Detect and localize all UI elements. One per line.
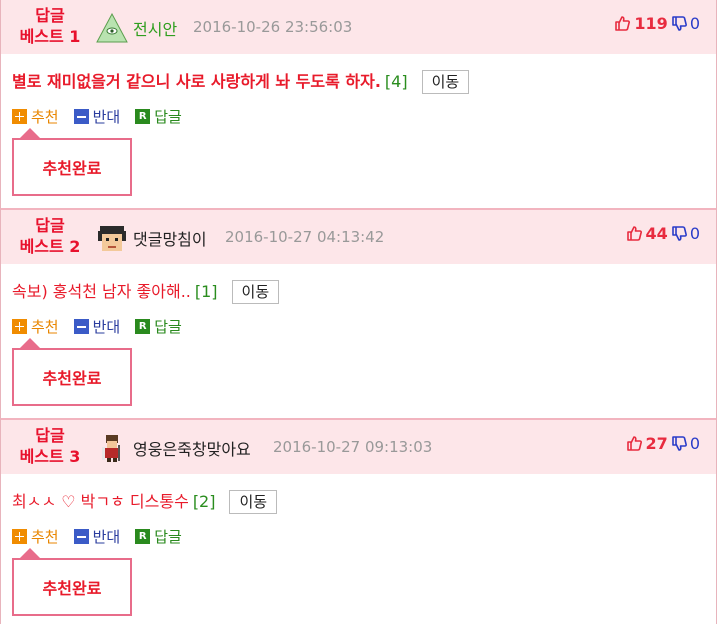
down-count: 0 bbox=[689, 224, 700, 243]
reply-title-row: 최ㅅㅅ ♡ 박ㄱㅎ 디스통수 [2] 이동 bbox=[12, 488, 278, 514]
recommend-complete-popup: 추천완료 bbox=[12, 128, 132, 196]
nickname[interactable]: 전시안 bbox=[133, 16, 177, 40]
post-date: 2016-10-27 09:13:03 bbox=[273, 438, 433, 456]
rank-badge: 답글 베스트 1 bbox=[11, 5, 89, 47]
plus-icon bbox=[12, 319, 27, 334]
oppose-label: 반대 bbox=[92, 318, 121, 336]
reply-label: 답글 bbox=[154, 318, 182, 336]
rank-badge: 답글 베스트 2 bbox=[11, 215, 89, 257]
reply-count: [4] bbox=[384, 72, 408, 91]
oppose-button[interactable]: 반대 bbox=[73, 526, 121, 547]
reply-label: 답글 bbox=[154, 108, 182, 126]
minus-icon bbox=[73, 529, 89, 544]
reply-label: 답글 bbox=[154, 528, 182, 546]
warrior-avatar-icon bbox=[102, 435, 120, 462]
nickname[interactable]: 영웅은죽창맞아요 bbox=[133, 436, 251, 460]
reply-title[interactable]: 별로 재미없을거 같으니 사로 사랑하게 놔 두도록 하자. bbox=[12, 72, 381, 91]
best-reply-2: 답글 베스트 2 댓글망침이 2016-10-27 04:13:42 44 0 … bbox=[1, 210, 716, 420]
down-count: 0 bbox=[689, 434, 700, 453]
avatar[interactable] bbox=[96, 13, 128, 43]
reply-count: [1] bbox=[194, 282, 218, 301]
plus-icon bbox=[12, 109, 27, 124]
minus-icon bbox=[73, 109, 89, 124]
reply-actions: 추천 반대 R 답글 bbox=[12, 106, 197, 127]
rank-label: 답글 bbox=[35, 6, 65, 25]
vote-counts: 44 0 bbox=[626, 224, 700, 243]
pixel-face-avatar-icon bbox=[98, 226, 126, 251]
reply-icon: R bbox=[135, 529, 151, 544]
up-count: 119 bbox=[634, 14, 668, 33]
triangle-eye-avatar-icon bbox=[96, 13, 128, 43]
thumbs-up-icon bbox=[626, 436, 642, 451]
thumbs-up-icon bbox=[626, 226, 642, 241]
move-button[interactable]: 이동 bbox=[421, 70, 470, 94]
vote-counts: 27 0 bbox=[626, 434, 700, 453]
vote-counts: 119 0 bbox=[614, 14, 700, 33]
thumbs-down-icon bbox=[672, 436, 687, 451]
reply-header: 답글 베스트 2 댓글망침이 2016-10-27 04:13:42 44 0 bbox=[1, 210, 716, 264]
recommend-label: 추천 bbox=[31, 318, 59, 336]
rank-badge: 답글 베스트 3 bbox=[11, 425, 89, 467]
recommend-complete-popup: 추천완료 bbox=[12, 548, 132, 616]
nickname[interactable]: 댓글망침이 bbox=[133, 226, 207, 250]
rank-number: 베스트 3 bbox=[19, 447, 81, 466]
up-count: 27 bbox=[645, 434, 668, 453]
minus-icon bbox=[73, 319, 89, 334]
rank-label: 답글 bbox=[35, 426, 65, 445]
thumbs-up-icon bbox=[615, 16, 631, 31]
reply-button[interactable]: R 답글 bbox=[135, 106, 182, 127]
reply-icon: R bbox=[135, 109, 151, 124]
recommend-button[interactable]: 추천 bbox=[12, 106, 59, 127]
reply-header: 답글 베스트 1 전시안 2016-10-26 23:56:03 119 0 bbox=[1, 0, 716, 54]
reply-count: [2] bbox=[192, 492, 216, 511]
recommend-label: 추천 bbox=[31, 108, 59, 126]
rank-number: 베스트 2 bbox=[19, 237, 81, 256]
reply-header: 답글 베스트 3 영웅은죽창맞아요 2016-10-27 09:13:03 27… bbox=[1, 420, 716, 474]
avatar[interactable] bbox=[96, 223, 128, 253]
reply-title-row: 별로 재미없을거 같으니 사로 사랑하게 놔 두도록 하자. [4] 이동 bbox=[12, 68, 470, 94]
down-count: 0 bbox=[689, 14, 700, 33]
oppose-label: 반대 bbox=[92, 108, 121, 126]
recommend-button[interactable]: 추천 bbox=[12, 526, 59, 547]
reply-button[interactable]: R 답글 bbox=[135, 526, 182, 547]
rank-number: 베스트 1 bbox=[19, 27, 81, 46]
oppose-button[interactable]: 반대 bbox=[73, 316, 121, 337]
avatar[interactable] bbox=[96, 433, 128, 463]
post-date: 2016-10-26 23:56:03 bbox=[193, 18, 353, 36]
reply-icon: R bbox=[135, 319, 151, 334]
rank-label: 답글 bbox=[35, 216, 65, 235]
recommend-label: 추천 bbox=[31, 528, 59, 546]
post-date: 2016-10-27 04:13:42 bbox=[225, 228, 385, 246]
recommend-complete-popup: 추천완료 bbox=[12, 338, 132, 406]
reply-title[interactable]: 속보) 홍석천 남자 좋아해.. bbox=[12, 282, 191, 301]
reply-actions: 추천 반대 R 답글 bbox=[12, 316, 197, 337]
plus-icon bbox=[12, 529, 27, 544]
best-reply-3: 답글 베스트 3 영웅은죽창맞아요 2016-10-27 09:13:03 27… bbox=[1, 420, 716, 630]
oppose-button[interactable]: 반대 bbox=[73, 106, 121, 127]
thumbs-down-icon bbox=[672, 226, 687, 241]
reply-actions: 추천 반대 R 답글 bbox=[12, 526, 197, 547]
best-replies-list: 답글 베스트 1 전시안 2016-10-26 23:56:03 119 0 별… bbox=[0, 0, 717, 624]
reply-title[interactable]: 최ㅅㅅ ♡ 박ㄱㅎ 디스통수 bbox=[12, 492, 189, 511]
move-button[interactable]: 이동 bbox=[229, 490, 278, 514]
recommend-button[interactable]: 추천 bbox=[12, 316, 59, 337]
best-reply-1: 답글 베스트 1 전시안 2016-10-26 23:56:03 119 0 별… bbox=[1, 0, 716, 210]
oppose-label: 반대 bbox=[92, 528, 121, 546]
reply-button[interactable]: R 답글 bbox=[135, 316, 182, 337]
thumbs-down-icon bbox=[672, 16, 687, 31]
up-count: 44 bbox=[645, 224, 668, 243]
reply-title-row: 속보) 홍석천 남자 좋아해.. [1] 이동 bbox=[12, 278, 280, 304]
move-button[interactable]: 이동 bbox=[231, 280, 280, 304]
